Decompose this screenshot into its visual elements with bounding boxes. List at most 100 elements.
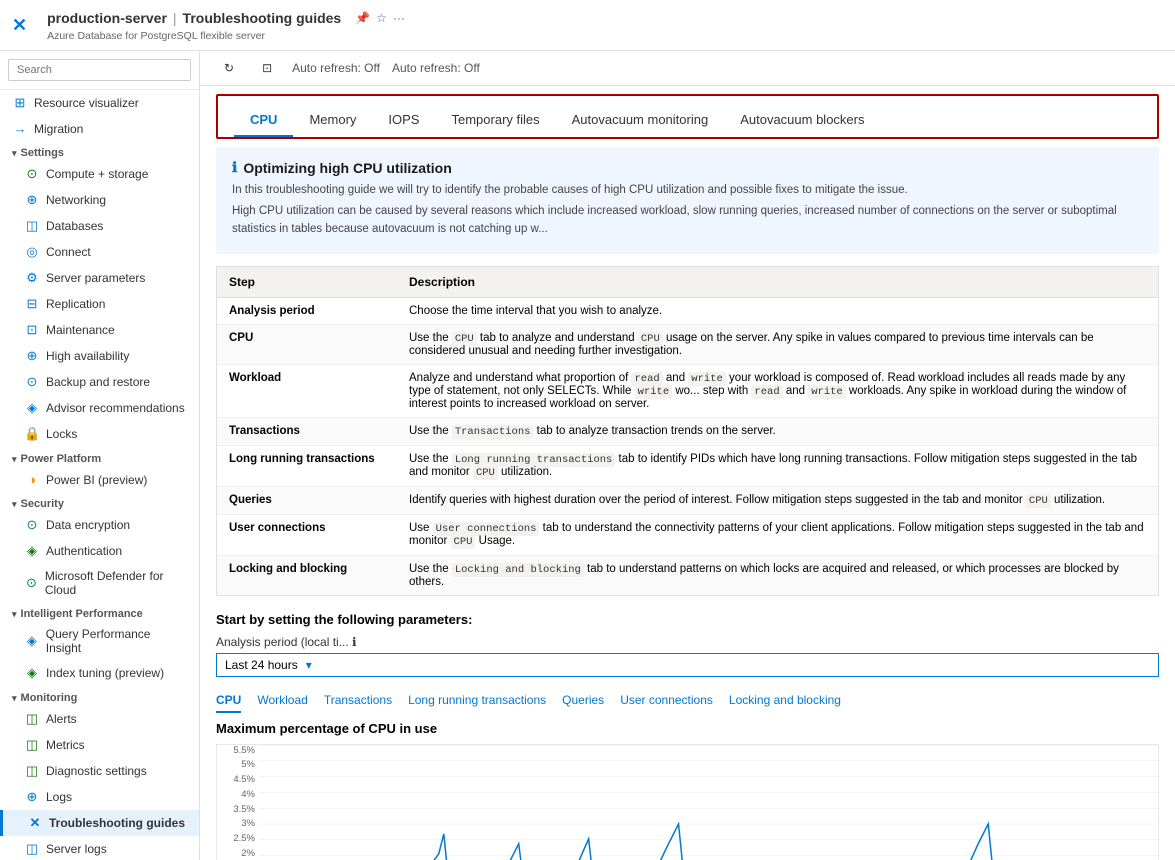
table-row: QueriesIdentify queries with highest dur…: [217, 486, 1158, 514]
sidebar-item-alerts[interactable]: ◫Alerts: [0, 706, 199, 732]
sidebar-section-security[interactable]: ▾ Security: [0, 492, 199, 512]
analysis-period-select[interactable]: Last 24 hours ▾: [216, 653, 1159, 677]
item-icon: ⊕: [24, 192, 40, 208]
main-content: ↻ ⊡ Auto refresh: Off Auto refresh: Off …: [200, 51, 1175, 860]
sidebar-item-migration[interactable]: → Migration: [0, 116, 199, 141]
analysis-tab-transactions[interactable]: Transactions: [324, 689, 392, 713]
analysis-tab-locking-and-blocking[interactable]: Locking and blocking: [729, 689, 841, 713]
sidebar-item-server-parameters[interactable]: ⚙Server parameters: [0, 265, 199, 291]
sidebar-item-troubleshooting-guides[interactable]: ✕Troubleshooting guides: [0, 810, 199, 836]
item-label: Index tuning (preview): [46, 666, 164, 680]
top-tab-autovacuum-blockers[interactable]: Autovacuum blockers: [724, 104, 880, 137]
chevron-icon: ▾: [12, 609, 17, 620]
sidebar-item-connect[interactable]: ◎Connect: [0, 239, 199, 265]
auto-refresh-label: Auto refresh: Off: [292, 61, 380, 75]
sidebar-item-compute-+-storage[interactable]: ⊙Compute + storage: [0, 161, 199, 187]
auto-refresh-text: Auto refresh: Off: [392, 61, 480, 75]
sidebar-item-high-availability[interactable]: ⊕High availability: [0, 343, 199, 369]
sidebar-item-networking[interactable]: ⊕Networking: [0, 187, 199, 213]
section-label: Power Platform: [21, 453, 102, 465]
item-label: Power BI (preview): [46, 473, 147, 487]
sidebar-item-data-encryption[interactable]: ⊙Data encryption: [0, 512, 199, 538]
sidebar-item-index-tuning-preview-[interactable]: ◈ Index tuning (preview): [0, 660, 199, 686]
sidebar-item-logs[interactable]: ⊕Logs: [0, 784, 199, 810]
section-label: Intelligent Performance: [21, 608, 143, 620]
item-label: Server parameters: [46, 271, 145, 285]
step-name: Workload: [217, 364, 397, 417]
params-title: Start by setting the following parameter…: [216, 612, 1159, 627]
sidebar-item-microsoft-defender-for-cloud[interactable]: ⊙ Microsoft Defender for Cloud: [0, 564, 199, 602]
sidebar-item-diagnostic-settings[interactable]: ◫Diagnostic settings: [0, 758, 199, 784]
info-line1: In this troubleshooting guide we will tr…: [232, 182, 1143, 199]
analysis-period-value: Last 24 hours: [225, 658, 298, 672]
pin-icon[interactable]: 📌: [355, 11, 370, 25]
sidebar-item-replication[interactable]: ⊟Replication: [0, 291, 199, 317]
chart-y-label-5: 3%: [241, 818, 255, 829]
chart-y-label-3: 4%: [241, 789, 255, 800]
chevron-icon: ▾: [12, 499, 17, 510]
sidebar-item-power-bi-preview-[interactable]: ◑Power BI (preview): [0, 467, 199, 492]
chart-section: Maximum percentage of CPU in use 5.5%5%4…: [216, 721, 1159, 860]
analysis-tab-cpu[interactable]: CPU: [216, 689, 241, 713]
sidebar-item-maintenance[interactable]: ⊡Maintenance: [0, 317, 199, 343]
item-icon: ◈: [24, 543, 40, 559]
item-icon: ◫: [24, 737, 40, 753]
sidebar-section-settings[interactable]: ▾Settings: [0, 141, 199, 161]
item-label: Microsoft Defender for Cloud: [45, 569, 187, 597]
analysis-tab-user-connections[interactable]: User connections: [620, 689, 713, 713]
step-desc: Use the Transactions tab to analyze tran…: [397, 417, 1158, 445]
search-input[interactable]: [8, 59, 191, 81]
sidebar-item-metrics[interactable]: ◫Metrics: [0, 732, 199, 758]
top-tab-temporary-files[interactable]: Temporary files: [435, 104, 555, 137]
top-tab-cpu[interactable]: CPU: [234, 104, 293, 137]
sidebar-item-authentication[interactable]: ◈ Authentication: [0, 538, 199, 564]
sidebar-section-power-platform[interactable]: ▾ Power Platform: [0, 447, 199, 467]
top-tab-memory[interactable]: Memory: [293, 104, 372, 137]
sidebar-item-locks[interactable]: 🔒Locks: [0, 421, 199, 447]
top-tab-autovacuum-monitoring[interactable]: Autovacuum monitoring: [556, 104, 725, 137]
item-label: Logs: [46, 790, 72, 804]
sidebar-section-monitoring[interactable]: ▾Monitoring: [0, 686, 199, 706]
app-logo: ✕: [12, 15, 27, 36]
analysis-tab-queries[interactable]: Queries: [562, 689, 604, 713]
item-label: Authentication: [46, 544, 122, 558]
chevron-down-icon: ▾: [306, 658, 312, 672]
item-icon: ⊙: [24, 166, 40, 182]
chevron-icon: ▾: [12, 148, 17, 159]
sidebar-section-intelligent-performance[interactable]: ▾ Intelligent Performance: [0, 602, 199, 622]
step-name: Long running transactions: [217, 445, 397, 486]
item-icon: ⊙: [24, 575, 39, 591]
refresh-button[interactable]: ↻: [216, 57, 242, 79]
sidebar-item-advisor-recommendations[interactable]: ◈Advisor recommendations: [0, 395, 199, 421]
item-label: Backup and restore: [46, 375, 150, 389]
star-icon[interactable]: ☆: [376, 11, 387, 25]
item-label: Troubleshooting guides: [49, 816, 185, 830]
sidebar-item-server-logs[interactable]: ◫Server logs: [0, 836, 199, 860]
item-icon: ◈: [24, 665, 40, 681]
more-icon[interactable]: ···: [393, 11, 405, 25]
step-desc: Use User connections tab to understand t…: [397, 514, 1158, 555]
section-label: Security: [21, 498, 64, 510]
step-name: CPU: [217, 324, 397, 364]
analysis-tab-workload[interactable]: Workload: [257, 689, 307, 713]
table-row: TransactionsUse the Transactions tab to …: [217, 417, 1158, 445]
sidebar: ⊞Resource visualizer→Migration▾Settings⊙…: [0, 51, 200, 860]
chart-title: Maximum percentage of CPU in use: [216, 721, 1159, 736]
step-name: Locking and blocking: [217, 555, 397, 595]
chart-y-labels: 5.5%5%4.5%4%3.5%3%2.5%2%1.5%1%0%: [217, 745, 259, 860]
sidebar-item-resource-visualizer[interactable]: ⊞Resource visualizer: [0, 90, 199, 116]
sidebar-item-databases[interactable]: ◫Databases: [0, 213, 199, 239]
item-icon: →: [12, 121, 28, 136]
share-button[interactable]: ⊡: [254, 57, 280, 79]
analysis-tab-long-running-transactions[interactable]: Long running transactions: [408, 689, 546, 713]
item-label: Replication: [46, 297, 105, 311]
chart-container: 5.5%5%4.5%4%3.5%3%2.5%2%1.5%1%0%: [216, 744, 1159, 860]
sidebar-item-query-performance-insight[interactable]: ◈Query Performance Insight: [0, 622, 199, 660]
step-desc: Analyze and understand what proportion o…: [397, 364, 1158, 417]
chevron-icon: ▾: [12, 454, 17, 465]
sidebar-item-backup-and-restore[interactable]: ⊙Backup and restore: [0, 369, 199, 395]
top-tab-iops[interactable]: IOPS: [372, 104, 435, 137]
item-label: Migration: [34, 122, 83, 136]
chart-y-label-2: 4.5%: [233, 774, 255, 785]
table-row: Analysis periodChoose the time interval …: [217, 297, 1158, 324]
